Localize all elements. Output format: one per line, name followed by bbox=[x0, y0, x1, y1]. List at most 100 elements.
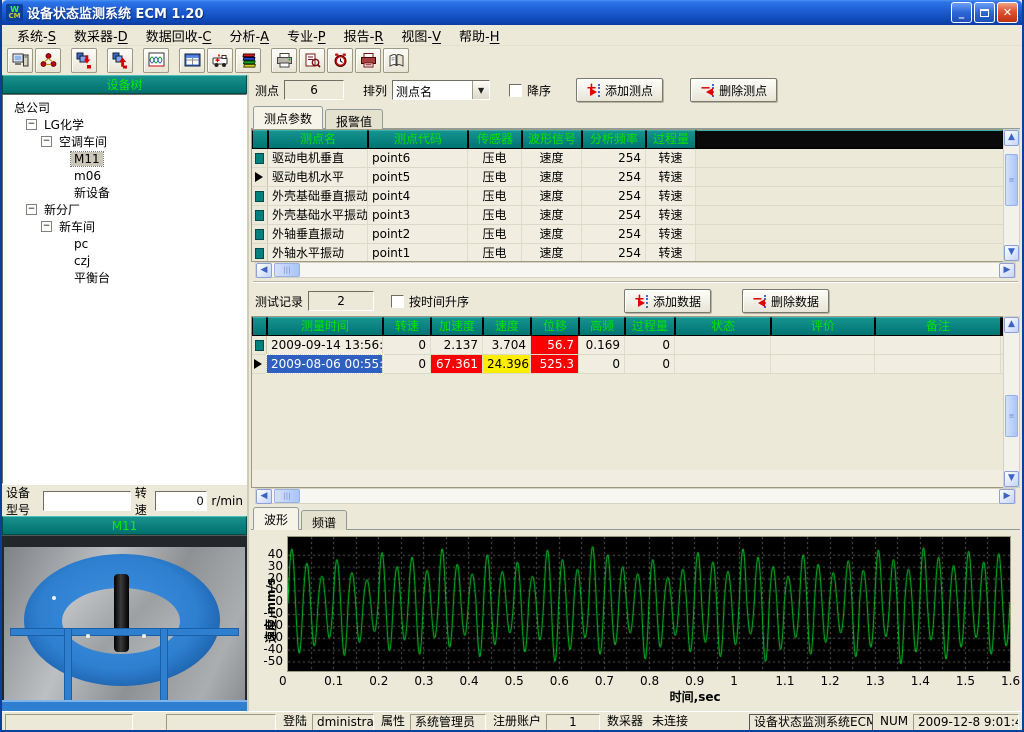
point-row[interactable]: 外壳基础垂直振动point4压电速度254转速 bbox=[252, 187, 1003, 206]
collapse-icon[interactable]: − bbox=[41, 221, 52, 232]
alarm-car-button[interactable] bbox=[207, 48, 233, 73]
column-header[interactable]: 波形信号 bbox=[522, 130, 582, 149]
tree-node-label[interactable]: 平衡台 bbox=[71, 269, 113, 286]
restore-button[interactable] bbox=[974, 2, 995, 23]
menu-item[interactable]: 视图-V bbox=[392, 24, 450, 47]
download-button[interactable] bbox=[71, 48, 97, 73]
tree-node-新分厂[interactable]: −新分厂 bbox=[5, 201, 244, 218]
ascending-checkbox[interactable] bbox=[391, 295, 404, 308]
computer-button[interactable] bbox=[7, 48, 33, 73]
column-header[interactable]: 备注 bbox=[875, 317, 1001, 336]
records-table-hscrollbar[interactable]: ◀ ||| ▶ bbox=[255, 488, 1016, 504]
tree-node-label[interactable]: m06 bbox=[71, 169, 104, 183]
column-header[interactable]: 位移 bbox=[531, 317, 579, 336]
scroll-left-icon[interactable]: ◀ bbox=[256, 489, 272, 504]
print-preview-button[interactable] bbox=[299, 48, 325, 73]
logbook-button[interactable] bbox=[383, 48, 409, 73]
report-list-button[interactable] bbox=[235, 48, 261, 73]
scrollbar-thumb[interactable]: ||| bbox=[274, 263, 300, 277]
delete-point-button[interactable]: − 删除测点 bbox=[690, 78, 777, 102]
sort-dropdown[interactable]: 测点名 ▼ bbox=[392, 80, 490, 100]
menu-item[interactable]: 报告-R bbox=[335, 24, 393, 47]
collapse-icon[interactable]: − bbox=[26, 119, 37, 130]
tree-node-pc[interactable]: pc bbox=[5, 235, 244, 252]
column-header[interactable]: 加速度 bbox=[431, 317, 483, 336]
column-header[interactable]: 评价 bbox=[771, 317, 875, 336]
menu-item[interactable]: 系统-S bbox=[8, 24, 65, 47]
minimize-button[interactable]: _ bbox=[951, 2, 972, 23]
menu-item[interactable]: 数采器-D bbox=[65, 24, 137, 47]
tree-node-label[interactable]: LG化学 bbox=[41, 116, 87, 133]
tree-node-czj[interactable]: czj bbox=[5, 252, 244, 269]
tree-node-label[interactable]: 新分厂 bbox=[41, 201, 83, 218]
tree-node-LG化学[interactable]: −LG化学 bbox=[5, 116, 244, 133]
network-button[interactable] bbox=[35, 48, 61, 73]
tree-node-M11[interactable]: M11 bbox=[5, 150, 244, 167]
point-row[interactable]: 外壳基础水平振动point3压电速度254转速 bbox=[252, 206, 1003, 225]
scroll-down-icon[interactable]: ▼ bbox=[1004, 245, 1019, 261]
column-header[interactable]: 过程量 bbox=[625, 317, 675, 336]
column-header[interactable]: 分析频率 bbox=[582, 130, 646, 149]
tree-node-label[interactable]: 空调车间 bbox=[56, 133, 110, 150]
scroll-up-icon[interactable]: ▲ bbox=[1004, 130, 1019, 146]
record-row[interactable]: 2009-09-14 13:56:0202.1373.70456.70.1690 bbox=[252, 336, 1003, 355]
collapse-icon[interactable]: − bbox=[41, 136, 52, 147]
print-report-button[interactable] bbox=[355, 48, 381, 73]
point-row[interactable]: 驱动电机垂直point6压电速度254转速 bbox=[252, 149, 1003, 168]
scroll-up-icon[interactable]: ▲ bbox=[1004, 317, 1019, 333]
points-tab-报警值[interactable]: 报警值 bbox=[325, 109, 383, 129]
tree-node-label[interactable]: 新设备 bbox=[71, 184, 113, 201]
upload-button[interactable] bbox=[107, 48, 133, 73]
scrollbar-thumb[interactable]: ≡ bbox=[1005, 154, 1018, 206]
wave-tab-频谱[interactable]: 频谱 bbox=[301, 510, 347, 530]
records-table-vscrollbar[interactable]: ▲ ≡ ▼ bbox=[1003, 316, 1020, 488]
points-table-hscrollbar[interactable]: ◀ ||| ▶ bbox=[255, 262, 1016, 278]
collapse-icon[interactable]: − bbox=[26, 204, 37, 215]
model-input[interactable] bbox=[43, 491, 131, 511]
column-header[interactable]: 高频 bbox=[579, 317, 625, 336]
point-row[interactable]: 外轴垂直振动point2压电速度254转速 bbox=[252, 225, 1003, 244]
tree-node-label[interactable]: 总公司 bbox=[11, 99, 53, 116]
menu-item[interactable]: 专业-P bbox=[278, 24, 335, 47]
add-point-button[interactable]: + 添加测点 bbox=[576, 78, 663, 102]
tree-node-平衡台[interactable]: 平衡台 bbox=[5, 269, 244, 286]
chevron-down-icon[interactable]: ▼ bbox=[472, 81, 489, 99]
points-table-vscrollbar[interactable]: ▲ ≡ ▼ bbox=[1003, 129, 1020, 262]
close-button[interactable]: ✕ bbox=[997, 2, 1018, 23]
column-header[interactable]: 状态 bbox=[675, 317, 771, 336]
scroll-right-icon[interactable]: ▶ bbox=[999, 489, 1015, 504]
scrollbar-thumb[interactable]: ||| bbox=[274, 489, 300, 503]
column-header[interactable]: 速度 bbox=[483, 317, 531, 336]
add-data-button[interactable]: + 添加数据 bbox=[624, 289, 711, 313]
point-row[interactable]: 驱动电机水平point5压电速度254转速 bbox=[252, 168, 1003, 187]
scroll-right-icon[interactable]: ▶ bbox=[999, 263, 1015, 278]
tree-node-label[interactable]: czj bbox=[71, 254, 93, 268]
tree-node-label[interactable]: 新车间 bbox=[56, 218, 98, 235]
descending-checkbox[interactable] bbox=[509, 84, 522, 97]
column-header[interactable]: 测点名 bbox=[268, 130, 368, 149]
alarm-clock-button[interactable] bbox=[327, 48, 353, 73]
points-tab-测点参数[interactable]: 测点参数 bbox=[253, 106, 323, 129]
tree-node-label[interactable]: M11 bbox=[71, 152, 103, 166]
printer-button[interactable] bbox=[271, 48, 297, 73]
scroll-left-icon[interactable]: ◀ bbox=[256, 263, 272, 278]
point-row[interactable]: 外轴水平振动point1压电速度254转速 bbox=[252, 244, 1003, 262]
column-header[interactable]: 转速 bbox=[383, 317, 431, 336]
menu-item[interactable]: 数据回收-C bbox=[137, 24, 221, 47]
menu-item[interactable]: 帮助-H bbox=[450, 24, 508, 47]
column-header[interactable]: 过程量 bbox=[646, 130, 696, 149]
tree-node-新设备[interactable]: 新设备 bbox=[5, 184, 244, 201]
speed-input[interactable] bbox=[155, 491, 207, 511]
tree-node-label[interactable]: pc bbox=[71, 237, 91, 251]
tree-node-总公司[interactable]: 总公司 bbox=[5, 99, 244, 116]
wave-tab-波形[interactable]: 波形 bbox=[253, 507, 299, 530]
record-row[interactable]: 2009-08-06 00:55:05067.36124.396525.300 bbox=[252, 355, 1003, 374]
scroll-down-icon[interactable]: ▼ bbox=[1004, 471, 1019, 487]
column-header[interactable]: 测点代码 bbox=[368, 130, 468, 149]
menu-item[interactable]: 分析-A bbox=[220, 24, 278, 47]
delete-data-button[interactable]: − 删除数据 bbox=[742, 289, 829, 313]
tree-node-空调车间[interactable]: −空调车间 bbox=[5, 133, 244, 150]
monitor-table-button[interactable] bbox=[179, 48, 205, 73]
tree-node-m06[interactable]: m06 bbox=[5, 167, 244, 184]
column-header[interactable]: 传感器 bbox=[468, 130, 522, 149]
